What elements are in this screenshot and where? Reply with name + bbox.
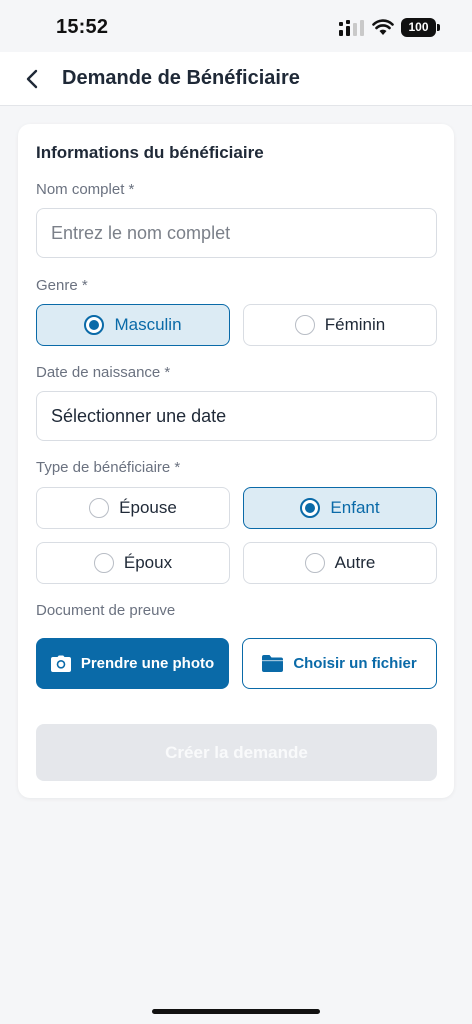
beneficiary-type-label: Type de bénéficiaire * [36,459,181,476]
type-option-label: Époux [123,553,173,572]
name-label: Nom complet * [36,181,135,198]
type-option-epouse[interactable]: Épouse [36,487,230,529]
gender-option-masculin[interactable]: Masculin [36,304,230,346]
radio-selected-icon [300,498,321,518]
gender-option-label: Masculin [114,315,182,334]
type-option-epoux[interactable]: Époux [36,542,230,584]
take-photo-button[interactable]: Prendre une photo [36,638,229,689]
type-option-label: Autre [334,553,376,572]
section-title: Informations du bénéficiaire [36,143,264,162]
radio-unselected-icon [89,498,110,518]
battery-icon: 100 [401,18,436,37]
folder-icon [262,655,284,672]
type-option-enfant[interactable]: Enfant [243,487,437,529]
radio-selected-icon [84,315,105,335]
radio-unselected-icon [304,553,325,573]
radio-unselected-icon [93,553,114,573]
choose-file-label: Choisir un fichier [293,655,417,672]
battery-tip [437,24,440,31]
app-header: Demande de Bénéficiaire [0,52,472,106]
cellular-signal-icon [339,20,364,36]
status-time: 15:52 [56,16,109,38]
choose-file-button[interactable]: Choisir un fichier [242,638,437,689]
type-option-label: Enfant [330,498,380,517]
home-indicator [152,1009,320,1014]
document-label: Document de preuve [36,602,176,619]
back-button[interactable] [18,64,48,94]
status-bar: 15:52 100 [0,0,472,52]
type-option-label: Épouse [119,498,177,517]
camera-icon [50,655,71,672]
birth-date-label: Date de naissance * [36,364,171,381]
radio-unselected-icon [294,315,315,335]
page-title: Demande de Bénéficiaire [62,67,300,89]
create-request-button[interactable]: Créer la demande [36,724,437,781]
type-option-autre[interactable]: Autre [243,542,437,584]
full-name-input[interactable]: Entrez le nom complet [36,208,437,258]
gender-label: Genre * [36,277,88,294]
gender-option-label: Féminin [324,315,386,334]
wifi-icon [372,19,394,35]
chevron-left-icon [26,69,38,89]
gender-option-feminin[interactable]: Féminin [243,304,437,346]
take-photo-label: Prendre une photo [80,655,215,672]
birth-date-picker[interactable]: Sélectionner une date [36,391,437,441]
